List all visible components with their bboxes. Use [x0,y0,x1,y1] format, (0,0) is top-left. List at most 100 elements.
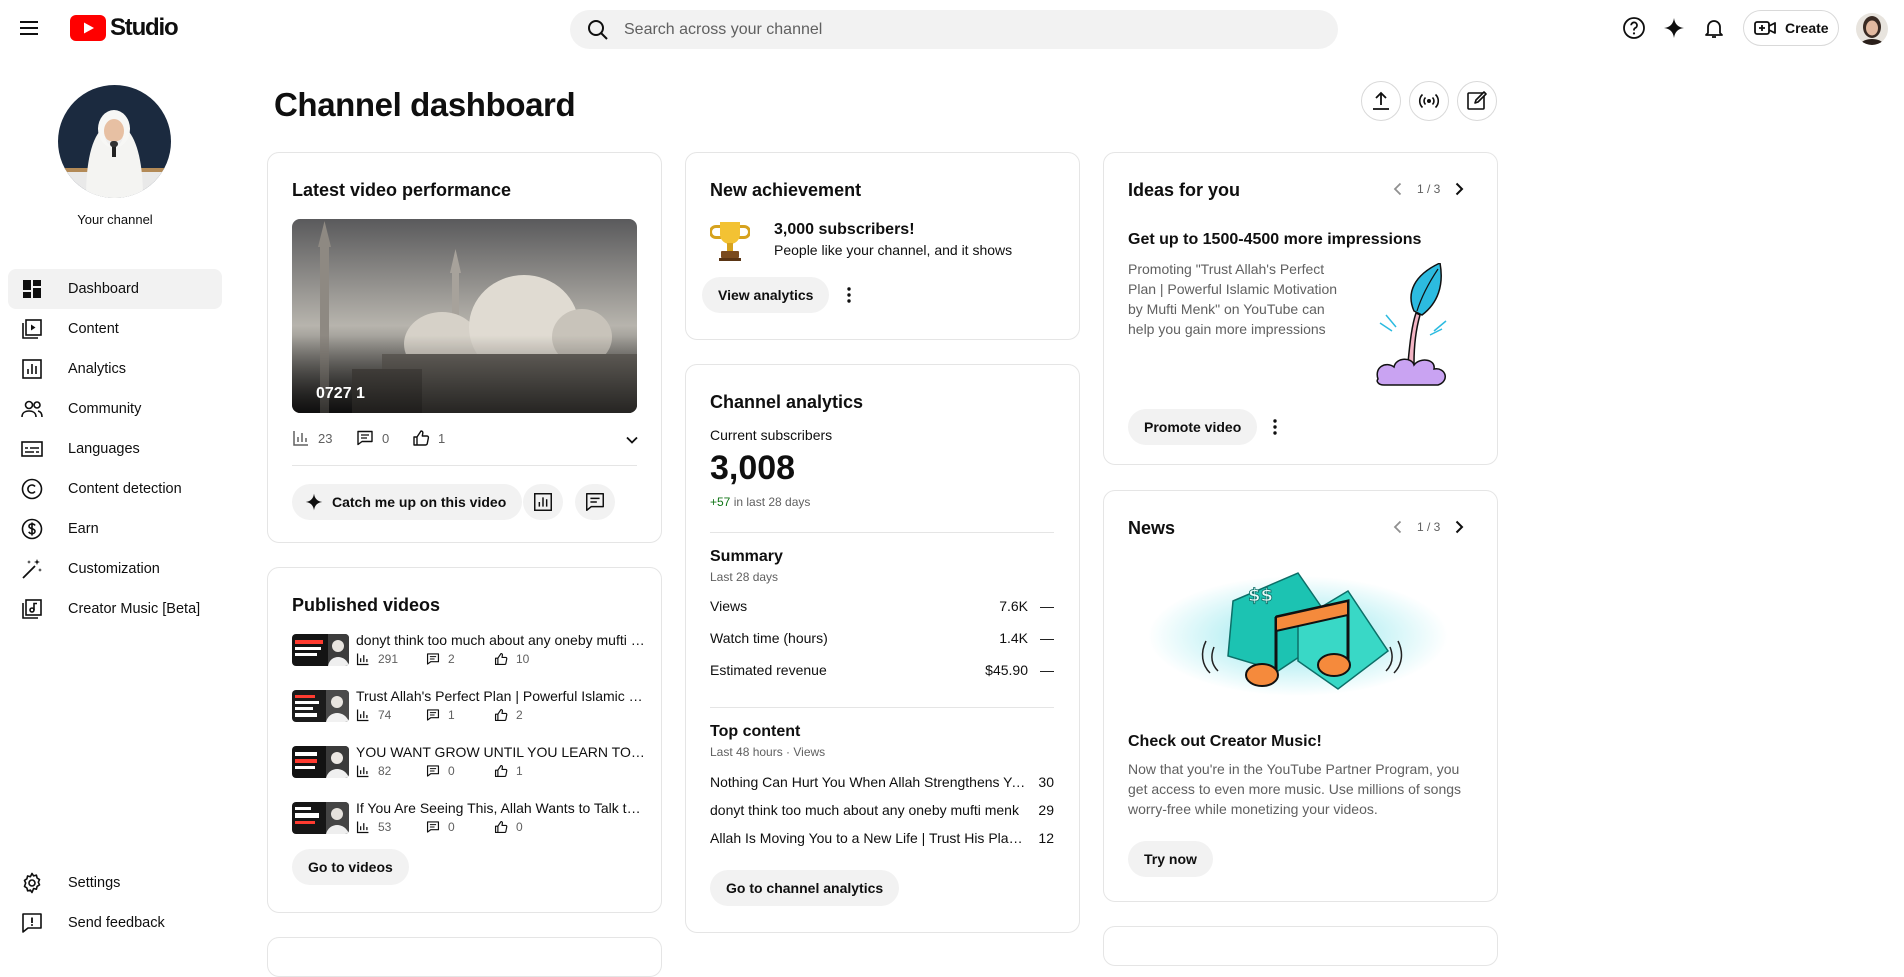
upload-icon [1373,91,1389,110]
latest-video-name: 0727 1 [316,385,365,402]
sidebar-item-label: Content detection [68,481,182,497]
top-content-row[interactable]: donyt think too much about any oneby muf… [710,802,1054,818]
create-button[interactable]: Create [1743,10,1839,46]
top-content-views: 29 [1038,802,1054,818]
video-thumbnail[interactable] [292,634,349,666]
sidebar-item-customization[interactable]: Customization [8,549,222,589]
dashboard-icon [23,280,41,298]
channel-avatar[interactable] [58,85,171,198]
view-analytics-button[interactable]: View analytics [702,277,830,313]
published-video-title[interactable]: If You Are Seeing This, Allah Wants to T… [356,800,646,816]
help-icon[interactable] [1622,16,1646,40]
sparkle-icon [305,493,323,511]
sidebar-item-creator-music[interactable]: Creator Music [Beta] [8,589,222,629]
go-to-channel-analytics-button[interactable]: Go to channel analytics [710,870,900,906]
sidebar-item-label: Community [68,401,142,417]
search-input[interactable] [624,20,1224,39]
latest-video-thumbnail[interactable]: 0727 1 [292,219,637,413]
published-video-likes: 1 [494,764,523,778]
account-avatar[interactable] [1856,13,1888,45]
search-bar[interactable] [570,10,1338,49]
upload-button[interactable] [1361,81,1401,121]
sidebar-item-analytics[interactable]: Analytics [8,349,222,389]
go-live-button[interactable] [1409,81,1449,121]
sidebar-item-label: Send feedback [68,915,165,931]
video-thumbnail[interactable] [292,746,349,778]
sidebar-item-earn[interactable]: Earn [8,509,222,549]
video-thumbnail[interactable] [292,802,349,834]
bar-chart-icon [293,431,308,446]
sidebar: Your channel Dashboard Content Analytics… [0,56,230,953]
video-comments-button[interactable] [575,484,615,520]
sidebar-item-content-detection[interactable]: Content detection [8,469,222,509]
summary-row-value: $45.90 [985,662,1028,678]
views-count: 53 [378,820,392,834]
subscriber-delta-row: +57 in last 28 days [710,495,810,509]
ideas-pager-text: 1 / 3 [1417,182,1441,196]
published-videos-card: Published videos donyt think too much ab… [267,567,662,913]
current-subscribers-label: Current subscribers [710,427,833,443]
sidebar-item-community[interactable]: Community [8,389,222,429]
latest-video-card: Latest video performance 0727 1 23 0 1 C… [267,152,662,543]
top-content-views: 12 [1038,830,1054,846]
ideas-pager: 1 / 3 [1389,180,1468,198]
catch-me-up-button[interactable]: Catch me up on this video [292,484,523,520]
published-video-title[interactable]: Trust Allah's Perfect Plan | Powerful Is… [356,688,646,704]
latest-views-value: 23 [318,430,333,446]
feedback-icon [22,913,42,933]
chevron-left-icon[interactable] [1389,518,1407,536]
notifications-bell-icon[interactable] [1702,16,1726,40]
top-content-period: Last 48 hours · Views [710,745,826,759]
expand-chevron-icon[interactable] [623,431,641,449]
sidebar-item-dashboard[interactable]: Dashboard [8,269,222,309]
published-video-likes: 10 [494,652,529,666]
chevron-right-icon[interactable] [1450,518,1468,536]
top-content-row[interactable]: Allah Is Moving You to a New Life | Trus… [710,830,1054,846]
try-now-button[interactable]: Try now [1128,841,1213,877]
summary-row-watch-time[interactable]: Watch time (hours) 1.4K — [710,630,1054,646]
achievement-headline: 3,000 subscribers! [774,221,915,238]
go-to-videos-label: Go to videos [308,859,393,875]
summary-row-views[interactable]: Views 7.6K — [710,598,1054,614]
create-post-button[interactable] [1457,81,1497,121]
published-video-title[interactable]: YOU WANT GROW UNTIL YOU LEARN TO BE ALON… [356,744,646,760]
more-options-icon[interactable] [837,283,861,307]
comment-icon [586,493,604,511]
promote-video-label: Promote video [1144,419,1242,435]
sidebar-item-settings[interactable]: Settings [8,863,222,903]
summary-row-revenue[interactable]: Estimated revenue $45.90 — [710,662,1054,678]
copyright-icon [21,478,43,500]
search-icon [588,19,608,40]
video-analytics-button[interactable] [523,484,563,520]
views-count: 82 [378,764,392,778]
channel-analytics-title: Channel analytics [710,392,864,412]
community-icon [21,400,43,418]
published-video-title[interactable]: donyt think too much about any oneby muf… [356,632,646,648]
comment-icon [426,765,440,777]
promote-video-button[interactable]: Promote video [1128,409,1258,445]
achievement-title: New achievement [710,180,862,200]
chevron-right-icon[interactable] [1450,180,1468,198]
ideas-headline: Get up to 1500-4500 more impressions [1128,231,1422,248]
hamburger-menu-icon[interactable] [17,16,41,40]
published-video-views: 74 [356,708,391,722]
sidebar-item-label: Earn [68,521,99,537]
latest-comments-stat: 0 [356,429,389,447]
studio-logo[interactable]: Studio [70,14,179,42]
bar-chart-icon [356,653,369,666]
bar-chart-icon [356,709,369,722]
sidebar-item-content[interactable]: Content [8,309,222,349]
go-to-videos-button[interactable]: Go to videos [292,849,409,885]
page-title: Channel dashboard [274,86,576,123]
sparkle-icon[interactable] [1662,16,1686,40]
published-video-views: 291 [356,652,398,666]
comments-count: 0 [448,820,455,834]
top-content-row[interactable]: Nothing Can Hurt You When Allah Strength… [710,774,1054,790]
published-video-views: 82 [356,764,391,778]
more-options-icon[interactable] [1263,415,1287,439]
sidebar-item-send-feedback[interactable]: Send feedback [8,903,222,943]
video-thumbnail[interactable] [292,690,349,722]
ideas-body: Promoting "Trust Allah's Perfect Plan | … [1128,261,1338,337]
chevron-left-icon[interactable] [1389,180,1407,198]
sidebar-item-languages[interactable]: Languages [8,429,222,469]
